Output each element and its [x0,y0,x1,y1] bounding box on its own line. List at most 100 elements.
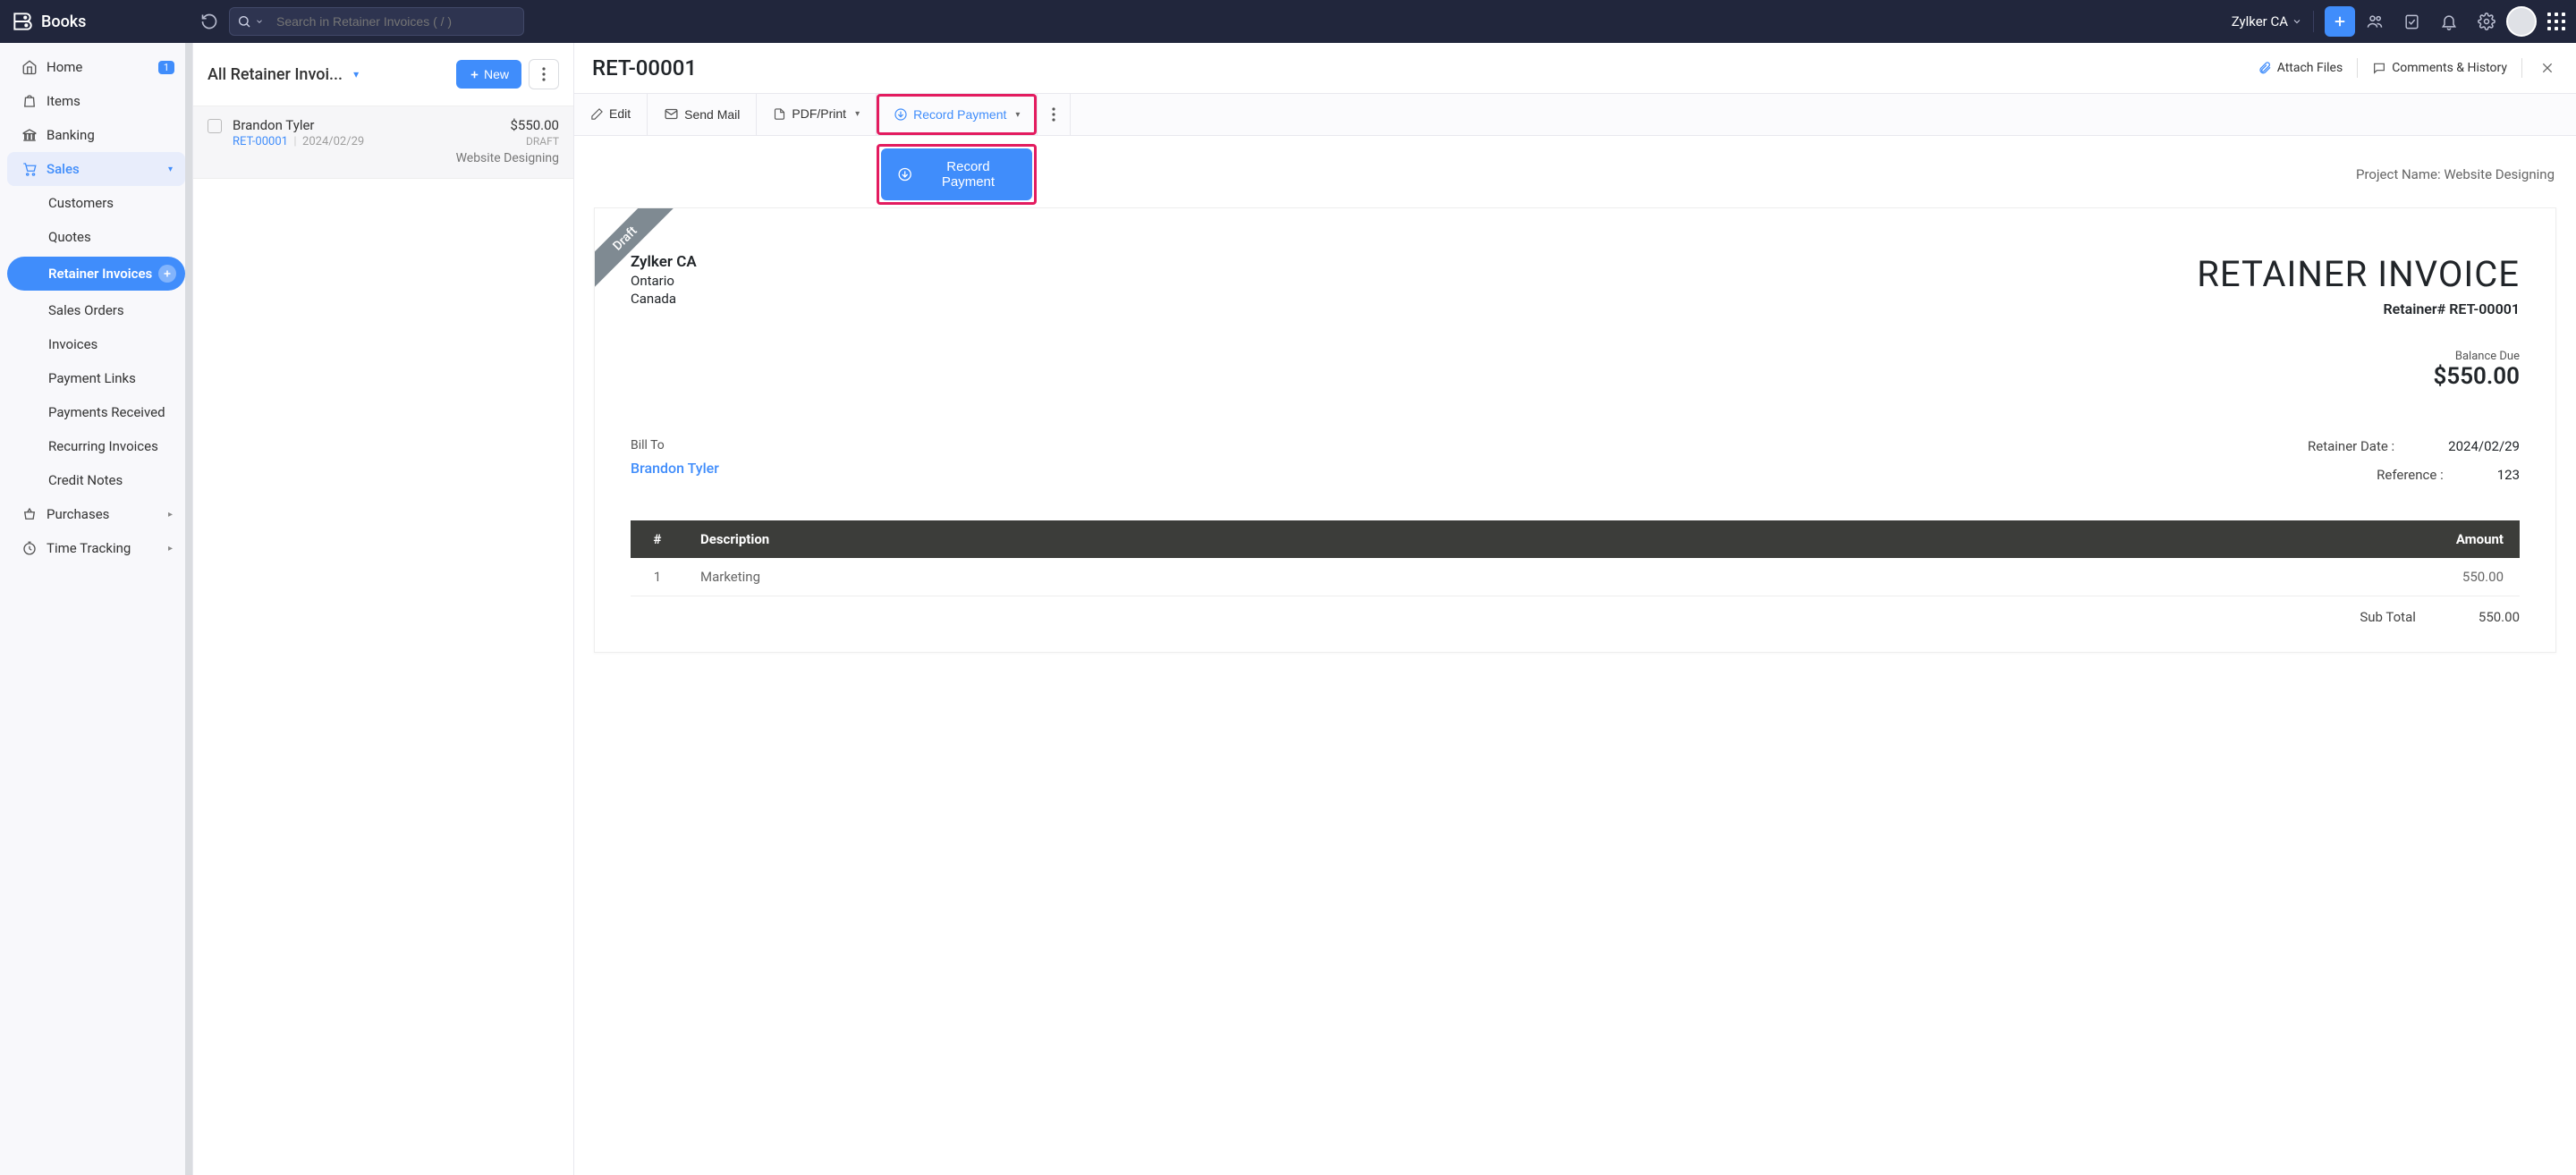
bill-to: Bill To Brandon Tyler [631,438,719,495]
home-badge: 1 [158,61,174,74]
new-button[interactable]: New [456,60,521,89]
search-icon [237,14,251,29]
bill-to-label: Bill To [631,438,719,452]
list-title-dropdown[interactable]: ▾ [353,68,359,80]
comments-history-button[interactable]: Comments & History [2372,61,2507,75]
sidebar-label: Invoices [48,336,97,352]
send-mail-label: Send Mail [684,107,740,122]
paperclip-icon [2258,61,2272,75]
refresh-icon[interactable] [200,13,218,30]
mail-icon [664,106,679,122]
sidebar-label: Purchases [47,506,109,522]
chevron-right-icon: ▸ [168,510,173,520]
search-box [229,7,524,36]
chat-icon [2372,61,2386,75]
list-title: All Retainer Invoi... [208,65,343,84]
row-checkbox[interactable] [208,119,222,133]
edit-button[interactable]: Edit [574,94,647,133]
sidebar-item-credit-notes[interactable]: Credit Notes [7,463,185,497]
subtotal-value: 550.00 [2479,609,2520,625]
from-line2: Canada [631,291,697,307]
detail-more-menu[interactable] [1038,94,1071,135]
pdf-print-label: PDF/Print [792,106,846,121]
sidebar-item-banking[interactable]: Banking [7,118,185,152]
list-header: All Retainer Invoi... ▾ New [193,43,573,106]
sidebar-item-invoices[interactable]: Invoices [7,327,185,361]
close-button[interactable] [2537,57,2558,79]
project-name-label: Project Name: [2356,166,2441,182]
col-number: # [631,520,684,558]
add-retainer-icon[interactable] [158,265,176,283]
pdf-print-button[interactable]: PDF/Print [757,94,876,133]
sidebar-item-home[interactable]: Home 1 [7,50,185,84]
kebab-icon [1052,107,1055,122]
chevron-right-icon: ▸ [168,544,173,554]
cell-number: 1 [631,558,684,596]
attach-files-button[interactable]: Attach Files [2258,61,2343,75]
sidebar-item-sales[interactable]: Sales ▾ [7,152,185,186]
apps-grid-icon[interactable] [2547,13,2565,30]
record-payment-highlight: Record Payment [877,94,1037,135]
row-number-link[interactable]: RET-00001 [233,135,288,148]
sidebar-label: Recurring Invoices [48,438,158,454]
sidebar-item-retainer-invoices[interactable]: Retainer Invoices [7,257,185,291]
detail-title: RET-00001 [592,55,697,80]
pencil-icon [590,107,604,121]
org-selector[interactable]: Zylker CA [2232,13,2302,30]
sidebar-item-purchases[interactable]: Purchases ▸ [7,497,185,531]
send-mail-button[interactable]: Send Mail [648,94,756,134]
sidebar-item-recurring-invoices[interactable]: Recurring Invoices [7,429,185,463]
sidebar: Home 1 Items Banking Sales ▾ Customers Q… [0,43,193,1175]
search-input[interactable] [271,14,523,29]
detail-column: RET-00001 Attach Files Comments & Histor… [574,43,2576,1175]
users-icon[interactable] [2366,13,2384,30]
sidebar-item-time-tracking[interactable]: Time Tracking ▸ [7,531,185,565]
brand-name: Books [41,13,86,31]
cart-icon [21,161,38,177]
invoice-doc-title: RETAINER INVOICE [2197,253,2520,295]
invoice-number-label: Retainer# [2383,300,2445,317]
gear-icon[interactable] [2478,13,2496,30]
search-scope-dropdown[interactable] [230,14,271,29]
record-payment-dropdown[interactable]: Record Payment [881,98,1032,131]
sidebar-item-customers[interactable]: Customers [7,186,185,220]
sidebar-item-payments-received[interactable]: Payments Received [7,395,185,429]
row-date: 2024/02/29 [302,135,364,148]
bell-icon[interactable] [2440,13,2458,30]
sidebar-label: Quotes [48,229,91,245]
project-name: Project Name: Website Designing [2356,166,2555,182]
list-more-menu[interactable] [529,59,559,89]
chevron-down-icon [2292,16,2302,27]
balance-due-value: $550.00 [2197,363,2520,390]
sidebar-label: Payment Links [48,370,136,386]
invoice-number: Retainer# RET-00001 [2197,300,2520,317]
project-name-value: Website Designing [2444,166,2555,182]
bag-icon [21,93,38,109]
sidebar-label: Sales Orders [48,302,124,318]
basket-icon [21,506,38,522]
sidebar-item-items[interactable]: Items [7,84,185,118]
download-circle-icon [894,107,908,122]
sidebar-label: Customers [48,195,114,211]
sidebar-label: Sales [47,161,80,177]
bill-to-name[interactable]: Brandon Tyler [631,460,719,477]
sidebar-item-payment-links[interactable]: Payment Links [7,361,185,395]
cell-desc: Marketing [684,558,1711,596]
home-icon [21,59,38,75]
sidebar-item-quotes[interactable]: Quotes [7,220,185,254]
org-name: Zylker CA [2232,13,2288,30]
row-project: Website Designing [456,151,559,165]
avatar[interactable] [2506,6,2537,37]
reference-value: 123 [2497,467,2520,483]
checklist-icon[interactable] [2403,13,2420,30]
list-row[interactable]: Brandon Tyler RET-00001 | 2024/02/29 $55… [193,106,573,179]
invoice-meta: Retainer Date : 2024/02/29 Reference : 1… [2269,438,2520,495]
kebab-icon [542,67,546,81]
invoice-preview: Draft Zylker CA Ontario Canada RETAINER … [594,207,2556,653]
retainer-date-value: 2024/02/29 [2448,438,2520,454]
sidebar-item-sales-orders[interactable]: Sales Orders [7,293,185,327]
brand[interactable]: Books [11,10,190,33]
sidebar-label: Payments Received [48,404,165,420]
comments-history-label: Comments & History [2392,61,2507,75]
quick-add-button[interactable] [2325,6,2355,37]
